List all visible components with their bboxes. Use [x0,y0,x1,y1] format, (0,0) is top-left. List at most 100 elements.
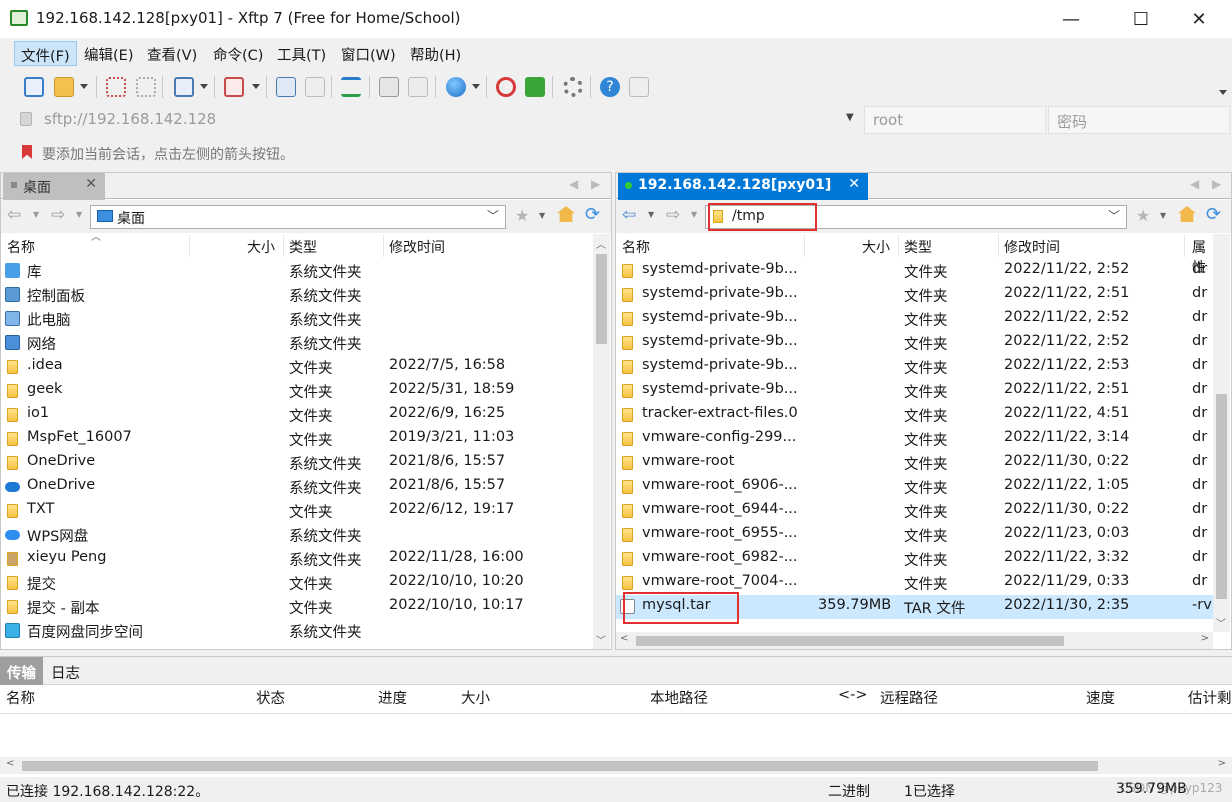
col-remote-path[interactable]: 远程路径 [880,687,938,708]
list-item[interactable]: 提交 文件夹 2022/10/10, 10:20 [1,571,591,595]
list-item[interactable]: systemd-private-9b... 文件夹 2022/11/22, 2:51… [616,379,1213,403]
close-button[interactable]: ✕ [1176,0,1222,38]
remote-hscroll-thumb[interactable] [636,636,1064,646]
scroll-up-icon[interactable]: ︿ [596,236,606,251]
col-status[interactable]: 状态 [256,687,285,708]
col-size[interactable]: 大小 [862,237,890,257]
properties-icon[interactable] [174,77,194,97]
connect-icon[interactable] [106,77,126,97]
tab-local-desktop[interactable]: 桌面 ✕ [3,173,105,200]
chat-icon[interactable] [629,77,649,97]
sync-icon[interactable] [341,77,361,97]
local-vertical-scrollbar[interactable]: ︿ ﹀ [593,234,610,649]
close-tab-icon[interactable]: ✕ [85,176,97,192]
menu-file[interactable]: 文件(F) [14,41,77,66]
menu-view[interactable]: 查看(V) [141,41,203,66]
bookmark-icon[interactable] [22,145,32,159]
list-item[interactable]: MspFet_16007 文件夹 2019/3/21, 11:03 [1,427,591,451]
refresh-icon[interactable]: ⟳ [585,204,600,225]
list-item[interactable]: systemd-private-9b... 文件夹 2022/11/22, 2:53… [616,355,1213,379]
list-item[interactable]: 此电脑 系统文件夹 [1,307,591,331]
menu-tools[interactable]: 工具(T) [271,41,332,66]
col-eta[interactable]: 估计剩 [1188,687,1232,708]
col-name[interactable]: 名称 [6,687,35,708]
terminal-dropdown-icon[interactable] [252,84,260,89]
col-type[interactable]: 类型 [904,237,932,257]
tab-prev-icon[interactable]: ◀ [1190,177,1199,191]
tab-remote-session[interactable]: 192.168.142.128[pxy01] ✕ [618,173,868,200]
col-modified[interactable]: 修改时间 [1004,237,1060,257]
toolbar-overflow-icon[interactable] [1219,90,1227,95]
tab-prev-icon[interactable]: ◀ [569,177,578,191]
col-name[interactable]: 名称 [7,237,35,257]
list-item[interactable]: OneDrive 系统文件夹 2021/8/6, 15:57 [1,475,591,499]
list-item[interactable]: vmware-root 文件夹 2022/11/30, 0:22 dr [616,451,1213,475]
scroll-left-icon[interactable]: < [620,633,628,644]
copy-icon[interactable] [408,77,428,97]
forward-icon[interactable]: ⇨ [666,205,680,225]
path-dropdown-icon[interactable]: ﹀ [487,207,499,224]
scroll-right-icon[interactable]: > [1201,633,1209,644]
list-item[interactable]: systemd-private-9b... 文件夹 2022/11/22, 2:52… [616,307,1213,331]
list-item[interactable]: vmware-config-299... 文件夹 2022/11/22, 3:14 d… [616,427,1213,451]
menu-command[interactable]: 命令(C) [207,41,269,66]
tab-next-icon[interactable]: ▶ [591,177,600,191]
forward-icon[interactable]: ⇨ [51,205,65,225]
home-icon[interactable] [557,206,575,222]
favorite-dropdown-icon[interactable]: ▼ [539,211,545,220]
list-item[interactable]: .idea 文件夹 2022/7/5, 16:58 [1,355,591,379]
back-dropdown-icon[interactable]: ▼ [648,210,654,219]
close-tab-icon[interactable]: ✕ [848,176,860,192]
favorite-star-icon[interactable]: ★ [515,206,529,225]
col-size[interactable]: 大小 [247,237,275,257]
local-scroll-thumb[interactable] [596,254,607,344]
list-item[interactable]: tracker-extract-files.0 文件夹 2022/11/22, 4:… [616,403,1213,427]
list-item[interactable]: io1 文件夹 2022/6/9, 16:25 [1,403,591,427]
host-input[interactable]: sftp://192.168.142.128 [36,106,864,134]
print-icon[interactable] [379,77,399,97]
favorite-dropdown-icon[interactable]: ▼ [1160,211,1166,220]
menu-edit[interactable]: 编辑(E) [78,41,139,66]
disconnect-icon[interactable] [136,77,156,97]
scroll-down-icon[interactable]: ﹀ [1216,615,1226,630]
col-type[interactable]: 类型 [289,237,317,257]
col-progress[interactable]: 进度 [378,687,407,708]
minimize-button[interactable]: — [1048,0,1094,38]
properties-dropdown-icon[interactable] [200,84,208,89]
list-item[interactable]: 库 系统文件夹 [1,259,591,283]
remote-vertical-scrollbar[interactable]: ﹀ [1213,234,1230,632]
tab-transfer[interactable]: 传输 [0,657,43,685]
col-modified[interactable]: 修改时间 [389,237,445,257]
list-item[interactable]: vmware-root_6955-... 文件夹 2022/11/23, 0:03 d… [616,523,1213,547]
list-item[interactable]: vmware-root_6982-... 文件夹 2022/11/22, 3:32 d… [616,547,1213,571]
col-size[interactable]: 大小 [461,687,490,708]
scroll-down-icon[interactable]: ﹀ [596,632,606,647]
open-folder-icon[interactable] [54,77,74,97]
list-item[interactable]: OneDrive 系统文件夹 2021/8/6, 15:57 [1,451,591,475]
tab-log[interactable]: 日志 [44,657,87,685]
list-item[interactable]: systemd-private-9b... 文件夹 2022/11/22, 2:52… [616,331,1213,355]
globe-dropdown-icon[interactable] [472,84,480,89]
list-item[interactable]: geek 文件夹 2022/5/31, 18:59 [1,379,591,403]
favorite-star-icon[interactable]: ★ [1136,206,1150,225]
host-dropdown-icon[interactable]: ▼ [846,112,854,123]
list-item[interactable]: 提交 - 副本 文件夹 2022/10/10, 10:17 [1,595,591,619]
globe-icon[interactable] [446,77,466,97]
list-item[interactable]: WPS网盘 系统文件夹 [1,523,591,547]
col-local-path[interactable]: 本地路径 [650,687,708,708]
col-name[interactable]: 名称 [622,237,650,257]
xshell-icon[interactable] [496,77,516,97]
transfer-hscroll-thumb[interactable] [22,761,1098,771]
back-icon[interactable]: ⇦ [622,205,636,225]
list-item[interactable]: systemd-private-9b... 文件夹 2022/11/22, 2:52… [616,259,1213,283]
local-path-input[interactable]: 桌面 ﹀ [90,205,506,229]
list-item[interactable]: 控制面板 系统文件夹 [1,283,591,307]
help-icon[interactable]: ? [600,77,620,97]
scroll-left-icon[interactable]: < [6,758,14,769]
upload-icon[interactable] [276,77,296,97]
forward-dropdown-icon[interactable]: ▼ [76,210,82,219]
forward-dropdown-icon[interactable]: ▼ [691,210,697,219]
home-icon[interactable] [1178,206,1196,222]
password-input[interactable]: 密码 [1048,106,1230,134]
tab-next-icon[interactable]: ▶ [1212,177,1221,191]
